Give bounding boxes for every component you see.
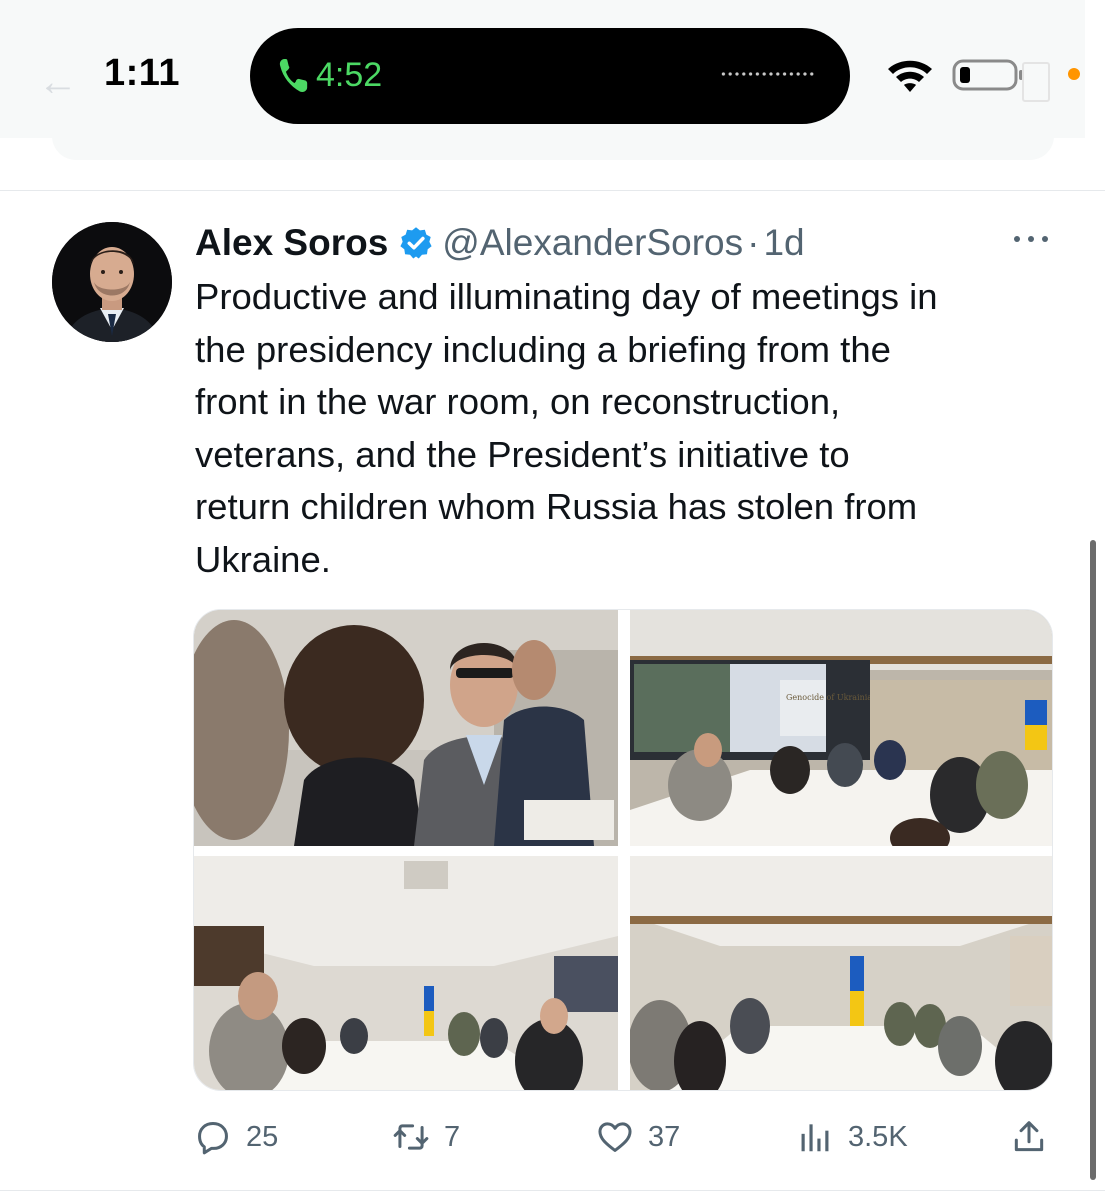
more-options-icon[interactable] — [1010, 229, 1052, 249]
situation-room-image: Genocide of Ukrainian Children — [630, 610, 1052, 846]
display-name[interactable]: Alex Soros — [195, 222, 388, 264]
tweet[interactable]: Alex Soros @AlexanderSoros · 1d Producti… — [0, 191, 1105, 1200]
back-arrow-icon[interactable]: ← — [38, 60, 94, 104]
media-grid: Genocide of Ukrainian Children — [193, 609, 1053, 1091]
photo-3[interactable] — [194, 856, 618, 1090]
timestamp[interactable]: 1d — [763, 222, 804, 264]
share-icon — [1014, 1121, 1044, 1152]
user-handle[interactable]: @AlexanderSoros — [442, 222, 743, 264]
phone-icon — [279, 59, 308, 92]
tweet-header: Alex Soros @AlexanderSoros · 1d — [195, 221, 805, 265]
separator-dot: · — [747, 222, 760, 263]
edge-ghost-icon — [1022, 62, 1050, 102]
avatar-image — [52, 222, 172, 342]
conference-table-wide-image — [194, 856, 618, 1090]
like-count: 37 — [648, 1120, 681, 1153]
views-count: 3.5K — [848, 1120, 908, 1153]
like-button[interactable]: 37 — [596, 1117, 680, 1157]
status-time: 1:11 — [104, 52, 180, 94]
photo-4[interactable] — [630, 856, 1052, 1090]
views-chart-icon — [801, 1124, 829, 1152]
views-button[interactable]: 3.5K — [796, 1117, 908, 1157]
call-timer: 4:52 — [316, 56, 383, 94]
divider — [0, 1190, 1105, 1191]
retweet-count: 7 — [444, 1120, 461, 1153]
scrollbar[interactable] — [1090, 540, 1096, 1180]
conference-table-alt-image — [630, 856, 1052, 1090]
status-bar: ← 1:11 4:52 — [0, 0, 1105, 190]
retweet-button[interactable]: 7 — [392, 1117, 460, 1157]
verified-badge-icon[interactable] — [398, 225, 434, 261]
photo-1[interactable] — [194, 610, 618, 846]
previous-card-edge — [52, 128, 1054, 160]
avatar[interactable] — [52, 222, 172, 342]
tweet-text: Productive and illuminating day of meeti… — [195, 276, 938, 580]
share-button[interactable] — [1010, 1117, 1062, 1157]
retweet-icon — [393, 1124, 429, 1150]
photo-2[interactable]: Genocide of Ukrainian Children — [630, 610, 1052, 846]
privacy-indicator-dot — [1068, 68, 1080, 80]
battery-icon — [952, 59, 1023, 91]
meeting-closeup-image — [194, 610, 618, 846]
tweet-actions: 25 7 37 3.5K — [0, 1111, 1105, 1161]
audio-indicator-dots — [720, 70, 816, 78]
reply-icon — [198, 1122, 228, 1155]
wifi-icon — [888, 60, 932, 92]
heart-icon — [598, 1122, 632, 1152]
screen: ← 1:11 4:52 Alex Soros @AlexanderSoros ·… — [0, 0, 1105, 1200]
reply-button[interactable]: 25 — [194, 1117, 278, 1157]
reply-count: 25 — [246, 1120, 279, 1153]
